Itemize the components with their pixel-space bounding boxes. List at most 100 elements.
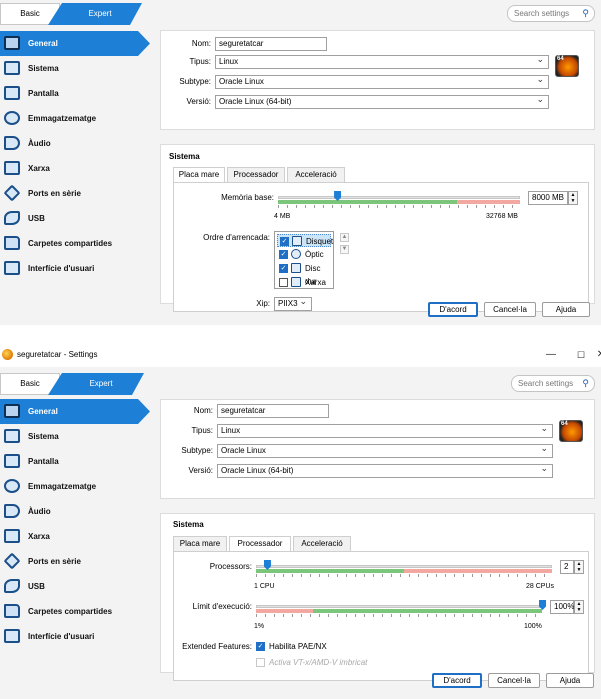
processors-max-label: 28 CPUs bbox=[526, 583, 555, 590]
boot-item-label: Òptic bbox=[305, 250, 324, 259]
sidebar-item-label: Pantalla bbox=[28, 457, 59, 466]
boot-item-network[interactable]: Xarxa bbox=[277, 276, 331, 289]
subtype-select[interactable]: Oracle Linux bbox=[215, 73, 549, 89]
sidebar-item-general[interactable]: General bbox=[0, 399, 150, 424]
display-icon bbox=[4, 454, 20, 468]
processors-min-label: 1 CPU bbox=[254, 583, 275, 590]
close-button[interactable]: ✕ bbox=[594, 346, 601, 364]
sidebar-item-display[interactable]: Pantalla bbox=[0, 81, 150, 106]
checkbox-box[interactable]: ✓ bbox=[256, 642, 265, 651]
sidebar-item-usb[interactable]: USB bbox=[0, 574, 150, 599]
floppy-icon bbox=[292, 236, 302, 246]
sidebar-item-serial-ports[interactable]: Ports en sèrie bbox=[0, 549, 150, 574]
sidebar-item-user-interface[interactable]: Interfície d'usuari bbox=[0, 624, 150, 649]
sidebar-item-system[interactable]: Sistema bbox=[0, 424, 150, 449]
ok-button[interactable]: D'acord bbox=[432, 673, 482, 688]
execution-cap-input[interactable]: 100% bbox=[550, 600, 574, 614]
sidebar-item-shared-folders[interactable]: Carpetes compartides bbox=[0, 231, 150, 256]
section-title: Sistema bbox=[169, 152, 200, 161]
nested-vtx-label: Activa VT-x/AMD-V imbricat bbox=[269, 658, 368, 667]
boot-item-hard-disk[interactable]: ✓ Disc dur bbox=[277, 262, 331, 286]
system-group: Sistema Placa mare Processador Accelerac… bbox=[160, 513, 595, 681]
hard-disk-icon bbox=[291, 263, 301, 273]
memory-slider[interactable] bbox=[278, 196, 520, 199]
processors-slider[interactable] bbox=[256, 565, 552, 568]
sidebar-item-system[interactable]: Sistema bbox=[0, 56, 150, 81]
sidebar-item-storage[interactable]: Emmagatzematge bbox=[0, 106, 150, 131]
minimize-button[interactable]: — bbox=[536, 346, 566, 364]
processors-input[interactable]: 2 bbox=[560, 560, 574, 574]
move-up-button[interactable]: ▲ bbox=[340, 233, 349, 242]
boot-item-floppy[interactable]: ✓ Disquet bbox=[277, 234, 333, 247]
sidebar-item-label: Ports en sèrie bbox=[28, 557, 81, 566]
sidebar-item-label: Emmagatzematge bbox=[28, 114, 97, 123]
usb-icon bbox=[4, 579, 20, 593]
processors-spin-button[interactable]: ▲ ▼ bbox=[574, 560, 584, 574]
help-button[interactable]: Ajuda bbox=[542, 302, 590, 317]
sidebar-item-label: Carpetes compartides bbox=[28, 607, 113, 616]
window-title: seguretatcar - Settings bbox=[17, 350, 98, 359]
expert-mode-button[interactable]: Expert bbox=[48, 373, 144, 395]
execution-cap-slider[interactable] bbox=[256, 605, 542, 608]
sidebar: General Sistema Pantalla Emmagatzematge … bbox=[0, 31, 150, 281]
maximize-button[interactable]: ☐ bbox=[566, 346, 596, 364]
sidebar-item-label: Sistema bbox=[28, 64, 59, 73]
name-field[interactable]: seguretatcar bbox=[215, 37, 327, 51]
name-field[interactable]: seguretatcar bbox=[217, 404, 329, 418]
sidebar-item-audio[interactable]: Àudio bbox=[0, 131, 150, 156]
sidebar-item-usb[interactable]: USB bbox=[0, 206, 150, 231]
tab-processor[interactable]: Processador bbox=[227, 167, 285, 182]
cancel-button[interactable]: Cancel·la bbox=[484, 302, 536, 317]
system-group: Sistema Placa mare Processador Accelerac… bbox=[160, 144, 595, 312]
boot-checkbox[interactable]: ✓ bbox=[279, 250, 288, 259]
version-select[interactable]: Oracle Linux (64-bit) bbox=[215, 93, 549, 109]
sidebar-item-shared-folders[interactable]: Carpetes compartides bbox=[0, 599, 150, 624]
search-icon: ⚲ bbox=[582, 378, 589, 388]
system-icon bbox=[4, 429, 20, 443]
boot-checkbox[interactable]: ✓ bbox=[279, 264, 288, 273]
boot-item-optical[interactable]: ✓ Òptic bbox=[277, 248, 331, 261]
help-button[interactable]: Ajuda bbox=[546, 673, 594, 688]
pae-nx-checkbox[interactable]: ✓ Habilita PAE/NX bbox=[256, 641, 396, 653]
search-input[interactable]: Search settings ⚲ bbox=[511, 375, 595, 392]
sidebar-item-storage[interactable]: Emmagatzematge bbox=[0, 474, 150, 499]
memory-spin-button[interactable]: ▲ ▼ bbox=[568, 191, 578, 205]
tab-acceleration[interactable]: Acceleració bbox=[293, 536, 351, 551]
move-down-button[interactable]: ▼ bbox=[340, 245, 349, 254]
boot-checkbox[interactable]: ✓ bbox=[280, 237, 289, 246]
processor-page: Processors: 2 ▲ ▼ 1 CPU 28 CPUs Límit d'e… bbox=[173, 551, 589, 681]
network-icon bbox=[4, 161, 20, 175]
chipset-select[interactable]: PIIX3 bbox=[274, 295, 312, 311]
storage-icon bbox=[4, 479, 20, 493]
sidebar-item-serial-ports[interactable]: Ports en sèrie bbox=[0, 181, 150, 206]
tab-acceleration[interactable]: Acceleració bbox=[287, 167, 345, 182]
type-select[interactable]: Linux bbox=[217, 422, 553, 438]
sidebar-item-user-interface[interactable]: Interfície d'usuari bbox=[0, 256, 150, 281]
sidebar-item-network[interactable]: Xarxa bbox=[0, 524, 150, 549]
memory-input[interactable]: 8000 MB bbox=[528, 191, 568, 205]
sidebar-item-audio[interactable]: Àudio bbox=[0, 499, 150, 524]
version-select[interactable]: Oracle Linux (64-bit) bbox=[217, 462, 553, 478]
execution-cap-spin-button[interactable]: ▲ ▼ bbox=[574, 600, 584, 614]
sidebar-item-network[interactable]: Xarxa bbox=[0, 156, 150, 181]
search-icon: ⚲ bbox=[582, 8, 589, 18]
search-input[interactable]: Search settings ⚲ bbox=[507, 5, 595, 22]
type-select[interactable]: Linux bbox=[215, 53, 549, 69]
expert-mode-button[interactable]: Expert bbox=[48, 3, 142, 25]
sidebar-item-general[interactable]: General bbox=[0, 31, 150, 56]
settings-window-bottom: seguretatcar - Settings — ☐ ✕ Basic Expe… bbox=[0, 343, 601, 699]
tab-processor[interactable]: Processador bbox=[229, 536, 291, 552]
tab-motherboard[interactable]: Placa mare bbox=[173, 167, 225, 183]
memory-range-bar bbox=[278, 200, 520, 204]
chipset-label: Xip: bbox=[256, 299, 270, 308]
ok-button[interactable]: D'acord bbox=[428, 302, 478, 317]
tab-motherboard[interactable]: Placa mare bbox=[173, 536, 227, 551]
search-placeholder: Search settings bbox=[514, 9, 570, 18]
subtype-label: Subtype: bbox=[179, 77, 211, 86]
cancel-button[interactable]: Cancel·la bbox=[488, 673, 540, 688]
sidebar-item-display[interactable]: Pantalla bbox=[0, 449, 150, 474]
processors-ticks bbox=[256, 574, 552, 577]
motherboard-page: Memòria base: 8000 MB ▲ ▼ 4 MB 32768 MB O… bbox=[173, 182, 589, 312]
subtype-select[interactable]: Oracle Linux bbox=[217, 442, 553, 458]
boot-checkbox[interactable] bbox=[279, 278, 288, 287]
